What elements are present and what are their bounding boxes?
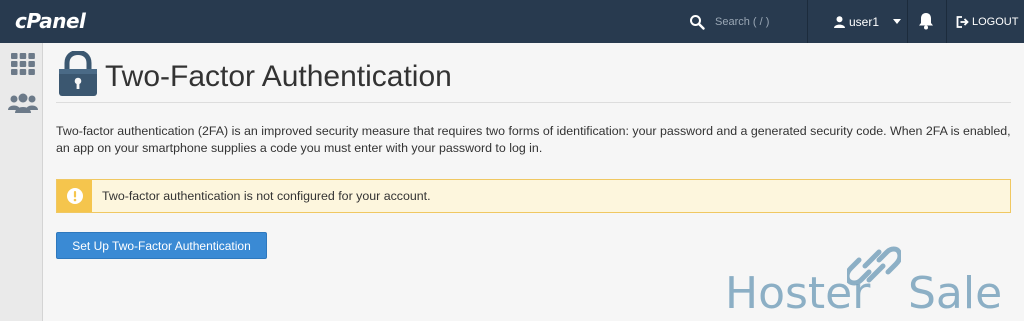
divider	[946, 0, 947, 43]
link-icon	[847, 246, 901, 286]
warning-alert: Two-factor authentication is not configu…	[56, 179, 1011, 213]
page-description: Two-factor authentication (2FA) is an im…	[56, 124, 1011, 155]
cpanel-logo[interactable]: cPanel	[15, 9, 86, 33]
setup-2fa-button[interactable]: Set Up Two-Factor Authentication	[56, 232, 267, 259]
alert-icon-box	[57, 180, 92, 212]
divider	[807, 0, 808, 43]
logout-icon	[956, 15, 969, 28]
logout-label: LOGOUT	[972, 15, 1019, 28]
search-input[interactable]: Search ( / )	[715, 16, 769, 28]
users-icon[interactable]	[8, 93, 38, 115]
hostersale-watermark: Hoster Sale	[725, 246, 1024, 321]
user-menu[interactable]: user1	[834, 0, 902, 43]
user-icon	[834, 15, 845, 28]
top-bar: cPanel Search ( / ) user1 LOGOUT	[0, 0, 1024, 43]
user-name: user1	[849, 14, 880, 29]
warning-icon	[66, 188, 83, 204]
search-box[interactable]: Search ( / )	[689, 0, 807, 43]
lock-icon	[59, 51, 97, 96]
watermark-word-2: Sale	[908, 268, 1003, 319]
alert-message: Two-factor authentication is not configu…	[102, 189, 431, 203]
bell-icon[interactable]	[918, 12, 934, 30]
search-icon	[690, 14, 705, 30]
sidebar	[0, 43, 43, 321]
page-title: Two-Factor Authentication	[105, 60, 452, 93]
chevron-down-icon	[893, 19, 902, 24]
divider	[56, 102, 1011, 103]
logout-button[interactable]: LOGOUT	[956, 0, 1018, 43]
divider	[907, 0, 908, 43]
apps-grid-icon[interactable]	[11, 53, 35, 75]
